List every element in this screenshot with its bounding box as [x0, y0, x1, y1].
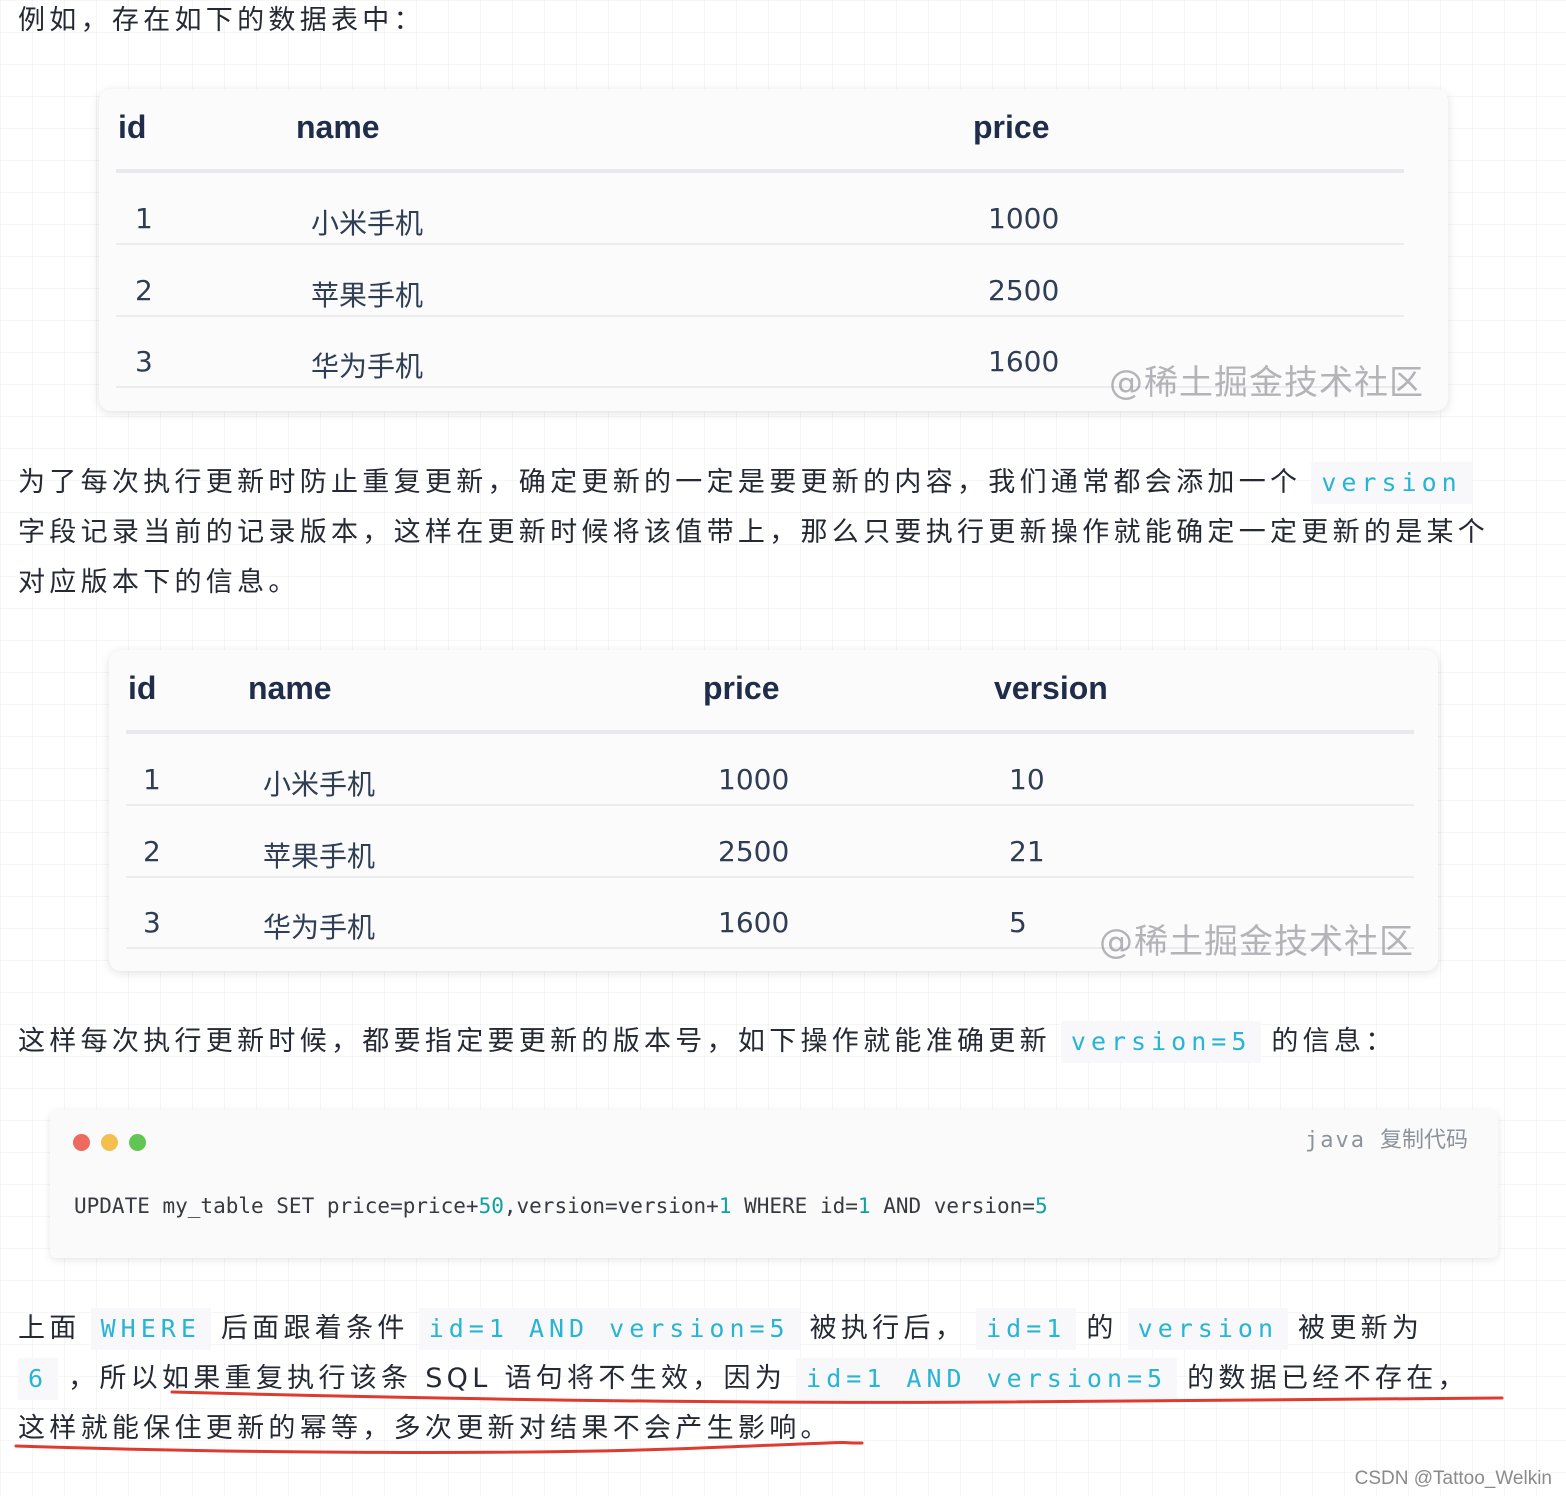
- paragraph-text: 被更新为: [1298, 1313, 1424, 1344]
- table1-header-id: id: [118, 109, 147, 145]
- table2-cell-price: 1600: [718, 906, 790, 939]
- paragraph-version-intro: 为了每次执行更新时防止重复更新，确定更新的一定是要更新的内容，我们通常都会添加一…: [18, 458, 1538, 608]
- table2-watermark: @稀土掘金技术社区: [1099, 922, 1414, 962]
- table1-cell-name: 小米手机: [311, 207, 424, 240]
- table2-cell-price: 2500: [718, 835, 790, 868]
- paragraph-text: 这样就能保住更新的幂等，多次更新对结果不会产生影响。: [18, 1413, 832, 1444]
- table1-cell-price: 1600: [988, 345, 1060, 378]
- paragraph-text: 上面: [18, 1313, 81, 1344]
- inline-code: version: [1127, 1308, 1289, 1350]
- table2-cell-id: 3: [143, 906, 161, 939]
- table2-cell-version: 21: [1009, 835, 1045, 868]
- inline-code: id=1 AND version=5: [418, 1308, 800, 1350]
- footer-credit: CSDN @Tattoo_Welkin: [1354, 1468, 1552, 1489]
- window-dot-yellow: [101, 1134, 118, 1151]
- table2-cell-price: 1000: [718, 763, 790, 796]
- paragraph-text: 为了每次执行更新时防止重复更新，确定更新的一定是要更新的内容，我们通常都会添加一…: [18, 467, 1302, 498]
- table1-watermark: @稀土掘金技术社区: [1109, 363, 1424, 403]
- code-toolbar: java 复制代码: [1305, 1122, 1468, 1154]
- paragraph-update-intro: 这样每次执行更新时候，都要指定要更新的版本号，如下操作就能准确更新 version…: [18, 1017, 1538, 1067]
- table2-cell-name: 苹果手机: [263, 840, 376, 873]
- table2-cell-name: 华为手机: [263, 911, 376, 944]
- table-image-1: id name price 1 小米手机 1000 2 苹果手机 2500 3 …: [99, 89, 1448, 411]
- code-number: 1: [718, 1194, 732, 1218]
- inline-code: version=5: [1060, 1021, 1262, 1063]
- code-number: 1: [857, 1194, 871, 1218]
- copy-code-button[interactable]: 复制代码: [1380, 1128, 1468, 1153]
- code-token: AND version=: [870, 1194, 1035, 1218]
- table1-cell-price: 1000: [988, 202, 1060, 235]
- code-language-label: java: [1305, 1128, 1366, 1153]
- table2-header-price: price: [703, 670, 780, 706]
- code-line: UPDATE my_table SET price=price+50,versi…: [74, 1194, 1048, 1218]
- inline-code: WHERE: [90, 1308, 211, 1350]
- table2-header-version: version: [994, 670, 1108, 706]
- table1-row-rule: [116, 243, 1404, 245]
- table1-cell-id: 1: [135, 202, 153, 235]
- table1-header-price: price: [973, 109, 1050, 145]
- table1-cell-price: 2500: [988, 274, 1060, 307]
- paragraph-text: 字段记录当前的记录版本，这样在更新时候将该值带上，那么只要执行更新操作就能确定一…: [18, 517, 1490, 548]
- table2-cell-id: 1: [143, 763, 161, 796]
- code-token: ,version=version+: [503, 1194, 719, 1218]
- code-number: 50: [478, 1194, 504, 1218]
- paragraph-text: 后面跟着条件: [220, 1313, 409, 1344]
- code-number: 5: [1034, 1194, 1048, 1218]
- table2-cell-id: 2: [143, 835, 161, 868]
- paragraph-idempotent: 上面 WHERE 后面跟着条件 id=1 AND version=5 被执行后， id=1…: [18, 1304, 1538, 1454]
- inline-code: 6: [18, 1358, 59, 1400]
- inline-code: id=1 AND version=5: [796, 1358, 1178, 1400]
- paragraph-text: 这样每次执行更新时候，都要指定要更新的版本号，如下操作就能准确更新: [18, 1026, 1051, 1057]
- table1-cell-name: 华为手机: [311, 350, 424, 383]
- table2-cell-version: 5: [1009, 906, 1027, 939]
- window-dot-green: [129, 1134, 146, 1151]
- intro-text: 例如，存在如下的数据表中：: [18, 5, 425, 36]
- table2-header-id: id: [128, 670, 157, 706]
- paragraph-text: 的数据已经不存在，: [1187, 1363, 1469, 1394]
- code-block: java 复制代码 UPDATE my_table SET price=price…: [50, 1110, 1498, 1258]
- table1-cell-id: 2: [135, 274, 153, 307]
- paragraph-text: 的信息：: [1271, 1026, 1397, 1057]
- table-image-2: id name price version 1 小米手机 1000 10 2 苹…: [109, 650, 1438, 971]
- inline-code: id=1: [976, 1308, 1077, 1350]
- table2-row-rule: [126, 876, 1414, 878]
- table2-header-rule: [126, 730, 1414, 734]
- table1-cell-name: 苹果手机: [311, 279, 424, 312]
- table1-header-rule: [116, 169, 1404, 173]
- paragraph-text: ，所以如果重复执行该条 SQL 语句将不生效，因为: [68, 1363, 787, 1394]
- paragraph-text: 被执行后，: [809, 1313, 967, 1344]
- table2-row-rule: [126, 804, 1414, 806]
- paragraph-text: 对应版本下的信息。: [18, 567, 300, 598]
- window-dot-red: [73, 1134, 90, 1151]
- table2-cell-version: 10: [1009, 763, 1045, 796]
- table2-cell-name: 小米手机: [263, 768, 376, 801]
- inline-code: version: [1311, 462, 1472, 504]
- table2-header-name: name: [248, 670, 332, 706]
- code-token: UPDATE my_table SET price=price+: [74, 1194, 479, 1218]
- table1-header-name: name: [296, 109, 380, 145]
- code-token: WHERE id=: [731, 1194, 858, 1218]
- paragraph-text: 的: [1086, 1313, 1118, 1344]
- table1-cell-id: 3: [135, 345, 153, 378]
- table1-row-rule: [116, 315, 1404, 317]
